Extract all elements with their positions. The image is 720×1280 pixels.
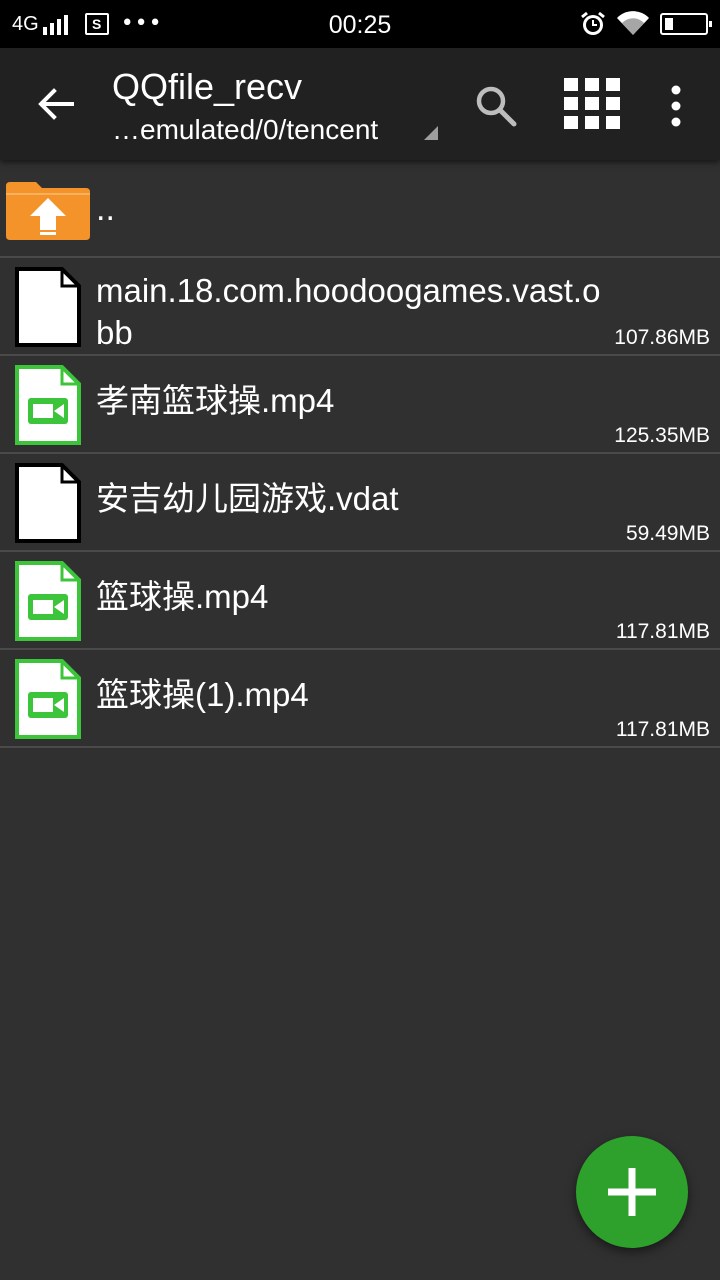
battery-icon bbox=[660, 13, 712, 35]
file-name: main.18.com.hoodoogames.vast.obb bbox=[96, 272, 601, 351]
file-name: 安吉幼儿园游戏.vdat bbox=[96, 480, 399, 517]
parent-folder-label: .. bbox=[96, 190, 115, 228]
status-right bbox=[580, 0, 712, 48]
file-name: 篮球操(1).mp4 bbox=[96, 676, 309, 713]
file-row[interactable]: main.18.com.hoodoogames.vast.obb 107.86M… bbox=[0, 258, 720, 356]
file-row[interactable]: 安吉幼儿园游戏.vdat 59.49MB bbox=[0, 454, 720, 552]
add-button[interactable] bbox=[576, 1136, 688, 1248]
folder-path[interactable]: …emulated/0/tencent bbox=[112, 114, 442, 146]
file-row[interactable]: 孝南篮球操.mp4 125.35MB bbox=[0, 356, 720, 454]
overflow-menu-icon[interactable] bbox=[662, 84, 690, 128]
file-name: 孝南篮球操.mp4 bbox=[96, 382, 335, 419]
file-list: .. main.18.com.hoodoogames.vast.obb 107.… bbox=[0, 160, 720, 748]
back-arrow-icon bbox=[38, 88, 74, 120]
grid-view-icon[interactable] bbox=[564, 78, 620, 130]
folder-up-icon bbox=[6, 182, 90, 240]
app-toolbar: QQfile_recv …emulated/0/tencent bbox=[0, 48, 720, 160]
video-file-icon bbox=[15, 659, 81, 739]
status-bar: 4G S ••• 00:25 bbox=[0, 0, 720, 48]
video-file-icon bbox=[15, 365, 81, 445]
file-row[interactable]: 篮球操(1).mp4 117.81MB bbox=[0, 650, 720, 748]
folder-title: QQfile_recv bbox=[112, 66, 303, 107]
video-file-icon bbox=[15, 561, 81, 641]
file-size: 117.81MB bbox=[615, 718, 710, 741]
file-size: 117.81MB bbox=[615, 620, 710, 643]
parent-folder-row[interactable]: .. bbox=[0, 160, 720, 258]
search-icon[interactable] bbox=[474, 84, 518, 128]
file-size: 59.49MB bbox=[625, 522, 710, 545]
generic-file-icon bbox=[15, 267, 81, 347]
add-icon bbox=[608, 1168, 656, 1216]
wifi-icon bbox=[617, 11, 649, 35]
generic-file-icon bbox=[15, 463, 81, 543]
file-row[interactable]: 篮球操.mp4 117.81MB bbox=[0, 552, 720, 650]
alarm-icon bbox=[581, 11, 605, 35]
file-size: 125.35MB bbox=[614, 424, 710, 447]
file-name: 篮球操.mp4 bbox=[96, 578, 269, 615]
back-button[interactable] bbox=[28, 80, 84, 128]
path-dropdown-corner-icon bbox=[424, 126, 438, 140]
file-size: 107.86MB bbox=[614, 326, 710, 349]
